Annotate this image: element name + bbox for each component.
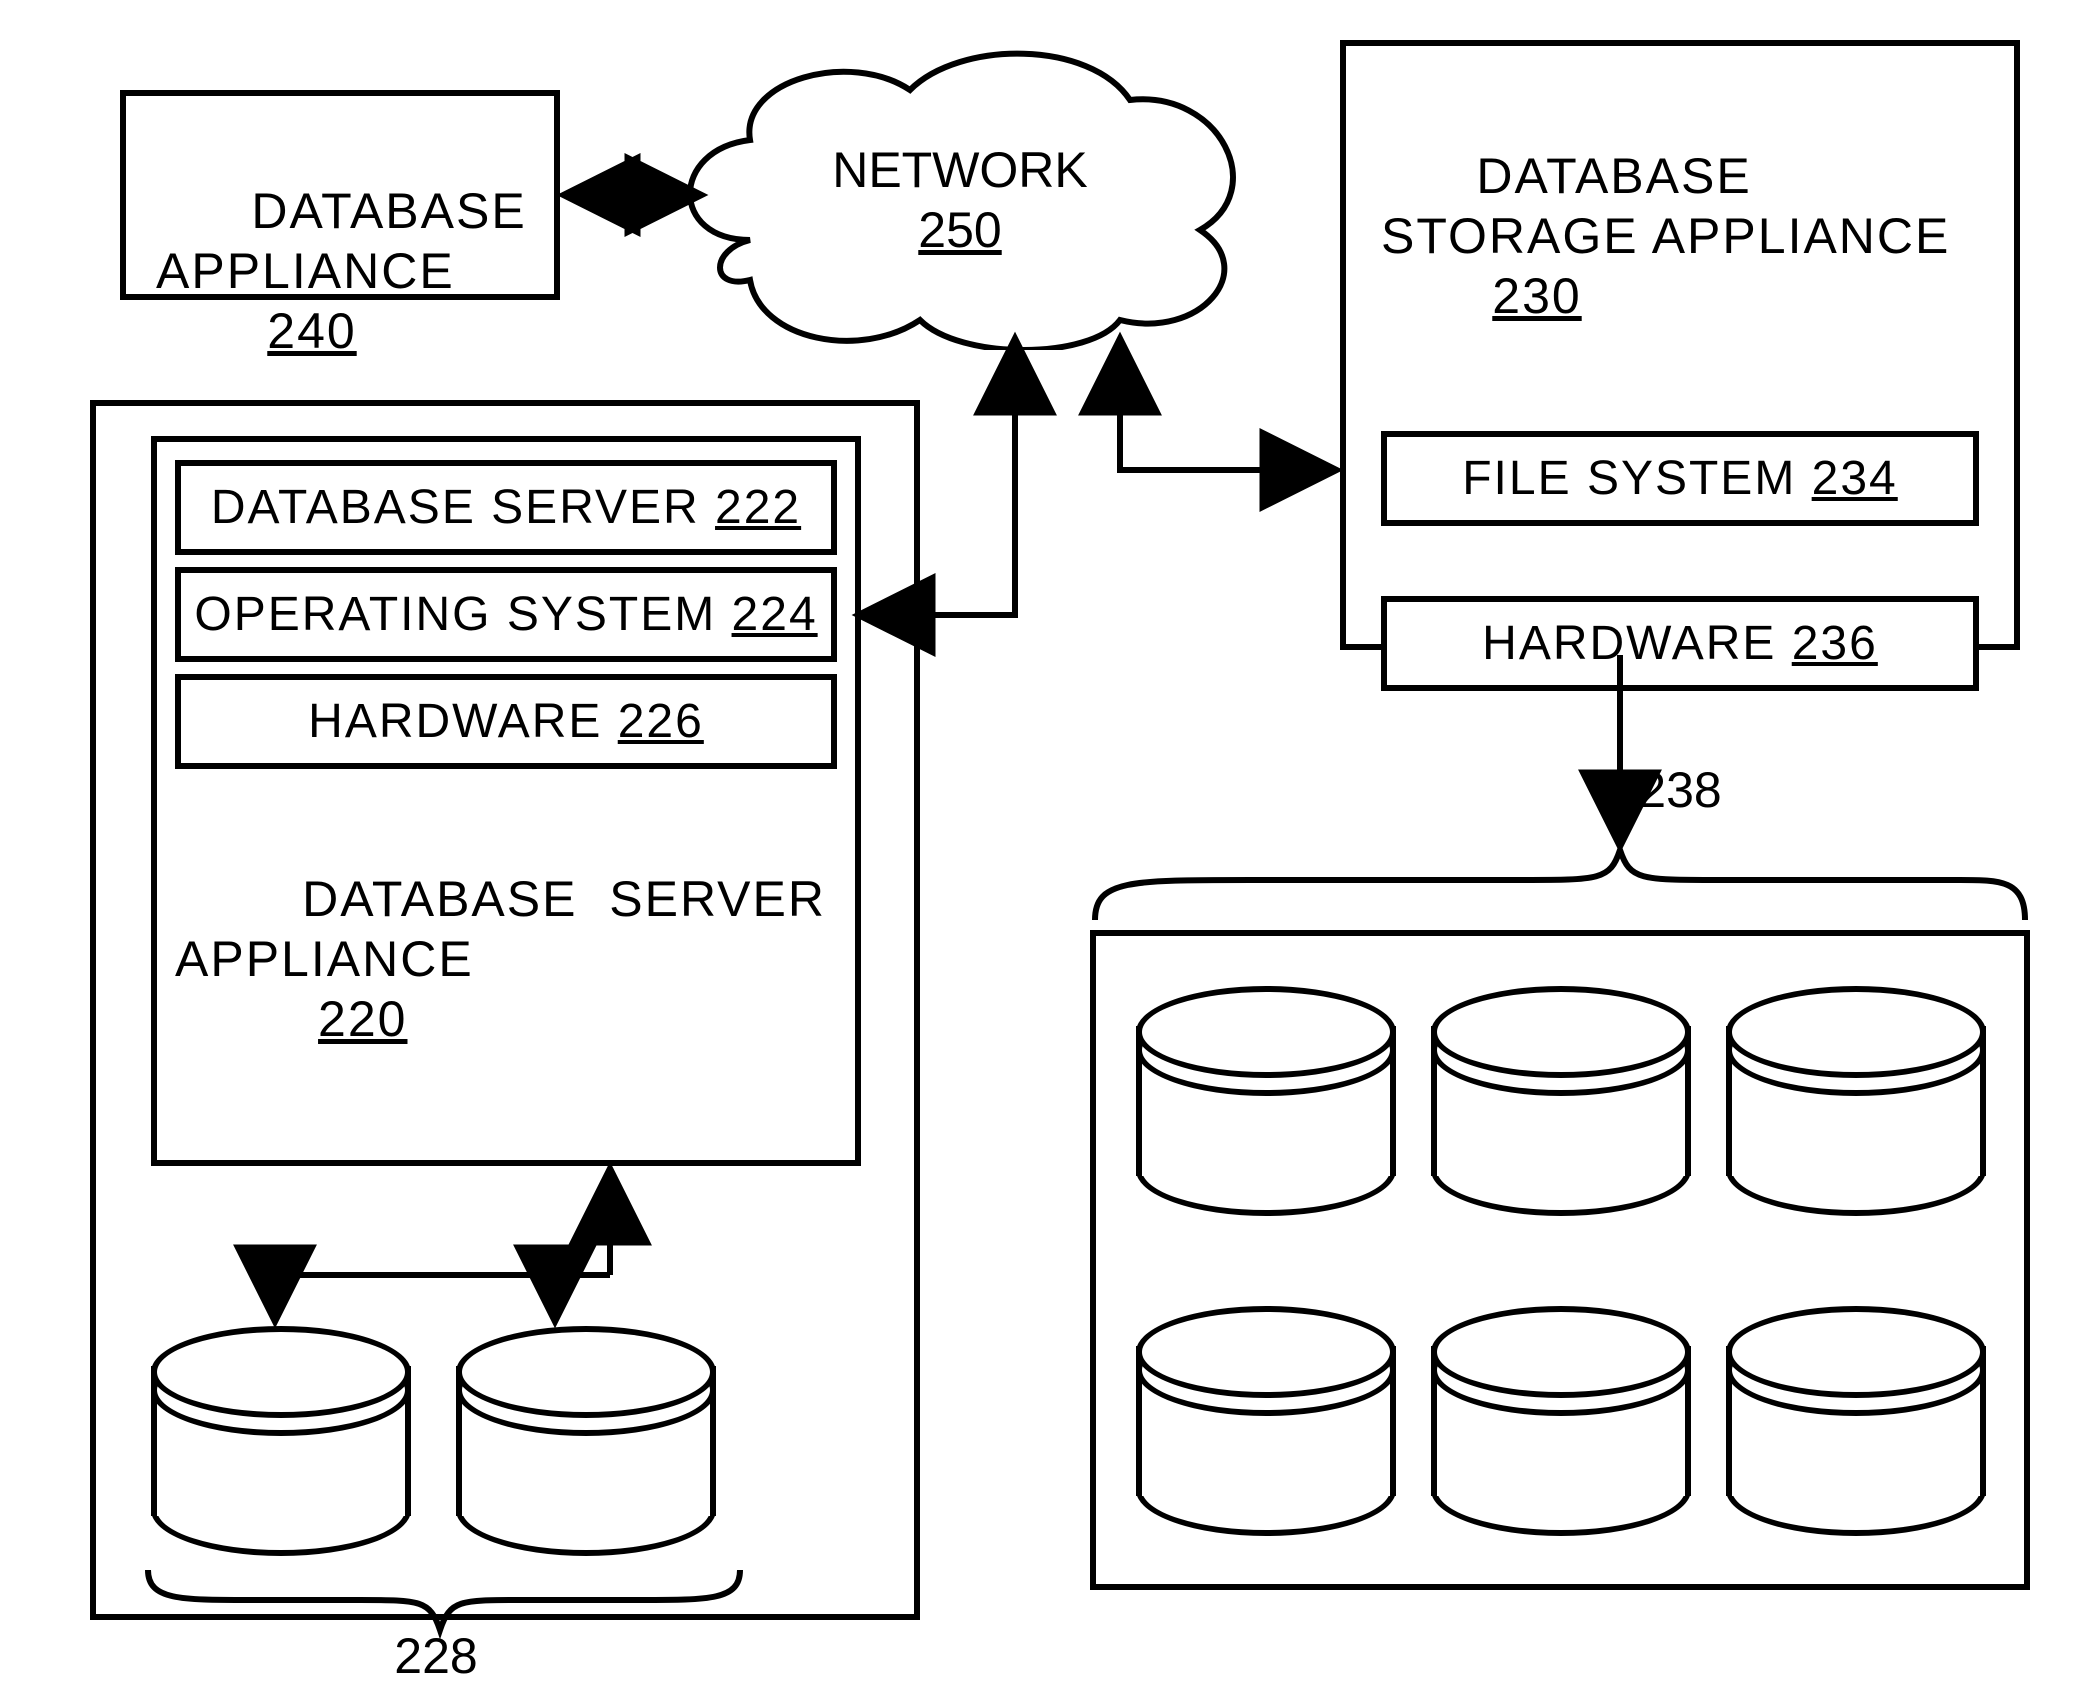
storage-disk-array (1090, 930, 2030, 1590)
database-appliance-label: DATABASE APPLIANCE 240 (156, 121, 524, 421)
storage-disk-4 (1136, 1306, 1396, 1536)
os-box: OPERATING SYSTEM 224 (175, 567, 837, 662)
server-appliance-label: DATABASE SERVER APPLIANCE 220 (175, 809, 837, 1109)
server-disk-1 (151, 1326, 411, 1556)
storage-disk-2 (1431, 986, 1691, 1216)
storage-disks-ref: 238 (1340, 760, 2020, 820)
server-disk-2 (456, 1326, 716, 1556)
database-appliance-box: DATABASE APPLIANCE 240 (120, 90, 560, 300)
storage-disk-3 (1726, 986, 1986, 1216)
network-cloud: NETWORK 250 (660, 40, 1260, 350)
storage-appliance-box: DATABASE STORAGE APPLIANCE 230 FILE SYST… (1340, 40, 2020, 650)
storage-disk-6 (1726, 1306, 1986, 1536)
storage-hardware-box: HARDWARE 236 (1381, 596, 1979, 691)
server-hardware-box: HARDWARE 226 (175, 674, 837, 769)
server-appliance-outer: DATABASE SERVER 222 OPERATING SYSTEM 224… (90, 400, 920, 1620)
storage-disk-5 (1431, 1306, 1691, 1536)
storage-disk-1 (1136, 986, 1396, 1216)
db-server-box: DATABASE SERVER 222 (175, 460, 837, 555)
file-system-box: FILE SYSTEM 234 (1381, 431, 1979, 526)
storage-appliance-label: DATABASE STORAGE APPLIANCE 230 (1381, 86, 1979, 386)
server-appliance-inner: DATABASE SERVER 222 OPERATING SYSTEM 224… (151, 436, 861, 1166)
network-label: NETWORK 250 (660, 140, 1260, 260)
server-disks-ref: 228 (96, 1626, 776, 1686)
diagram-canvas: DATABASE APPLIANCE 240 NETWORK 250 DATAB… (0, 0, 2073, 1662)
